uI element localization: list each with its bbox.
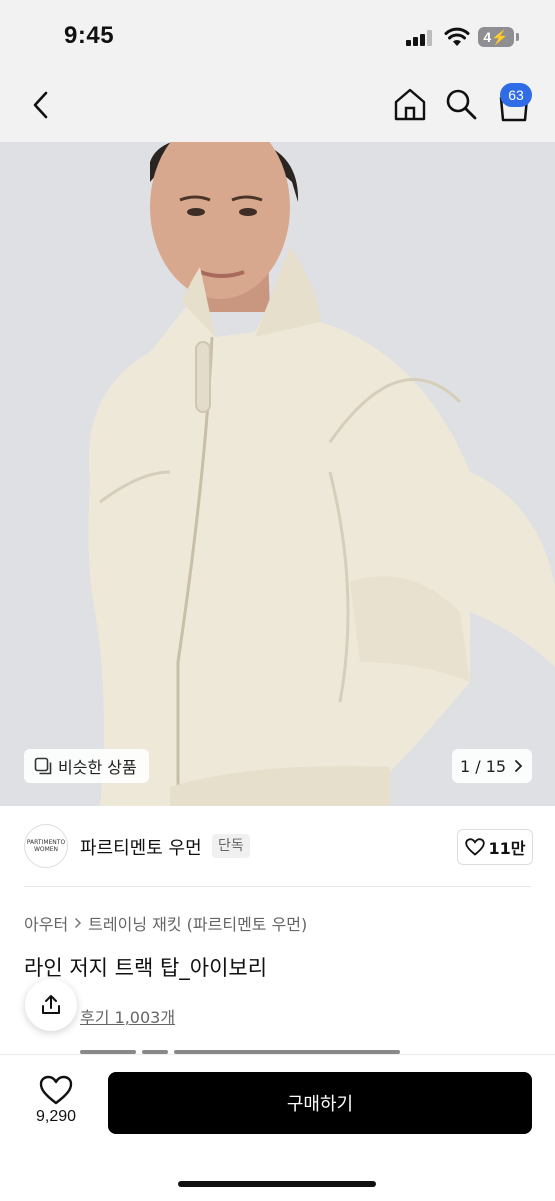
share-icon — [42, 995, 60, 1014]
brand-like-count: 11만 — [488, 839, 526, 858]
product-title: 라인 저지 트랙 탑_아이보리 — [24, 956, 268, 980]
page-sep: / — [475, 756, 481, 776]
brand-logo-line1: PARTIMENTO — [26, 839, 66, 846]
product-image[interactable] — [0, 142, 555, 806]
home-indicator — [178, 1181, 376, 1187]
similar-items-label: 비슷한 상품 — [58, 758, 137, 777]
signal-icon — [406, 30, 434, 46]
wishlist-count: 9,290 — [35, 1108, 77, 1125]
battery-tip — [516, 33, 519, 41]
breadcrumb-item-category[interactable]: 트레이닝 재킷 (파르티멘토 우먼) — [88, 911, 307, 935]
image-page-indicator[interactable]: 1 / 15 — [452, 749, 532, 783]
wifi-icon — [444, 27, 470, 46]
back-icon[interactable] — [26, 88, 58, 122]
nav-bar — [0, 74, 555, 142]
battery-level: 4 — [483, 29, 492, 45]
review-link[interactable]: 후기 1,003개 — [80, 1004, 175, 1028]
divider — [24, 886, 531, 887]
breadcrumb-item-outer[interactable]: 아우터 — [24, 911, 68, 935]
battery-icon: 4⚡ — [478, 27, 514, 47]
product-photo — [0, 142, 555, 806]
home-icon[interactable] — [392, 86, 428, 122]
exclusive-badge: 단독 — [212, 834, 250, 858]
page-current: 1 — [459, 756, 471, 776]
brand-like-button[interactable]: 11만 — [457, 829, 533, 865]
breadcrumb: 아우터 트레이닝 재킷 (파르티멘토 우먼) — [24, 911, 307, 935]
similar-icon — [34, 757, 52, 775]
brand-logo[interactable]: PARTIMENTO WOMEN — [24, 824, 68, 868]
search-icon[interactable] — [444, 86, 478, 122]
chevron-right-icon — [75, 917, 82, 929]
brand-name[interactable]: 파르티멘토 우먼 — [80, 834, 202, 860]
status-bar: 9:45 4⚡ — [0, 0, 555, 74]
cart-count-badge: 63 — [500, 83, 532, 107]
heart-icon — [464, 838, 485, 856]
page-total: 15 — [485, 756, 507, 776]
page-count: 1 / 15 — [460, 757, 506, 776]
similar-items-button[interactable]: 비슷한 상품 — [24, 749, 149, 783]
share-button[interactable] — [25, 979, 77, 1031]
buy-button[interactable]: 구매하기 — [108, 1072, 532, 1134]
heart-icon[interactable] — [36, 1074, 76, 1106]
brand-logo-line2: WOMEN — [33, 846, 59, 853]
status-time: 9:45 — [64, 22, 115, 49]
chevron-right-icon — [515, 760, 523, 772]
